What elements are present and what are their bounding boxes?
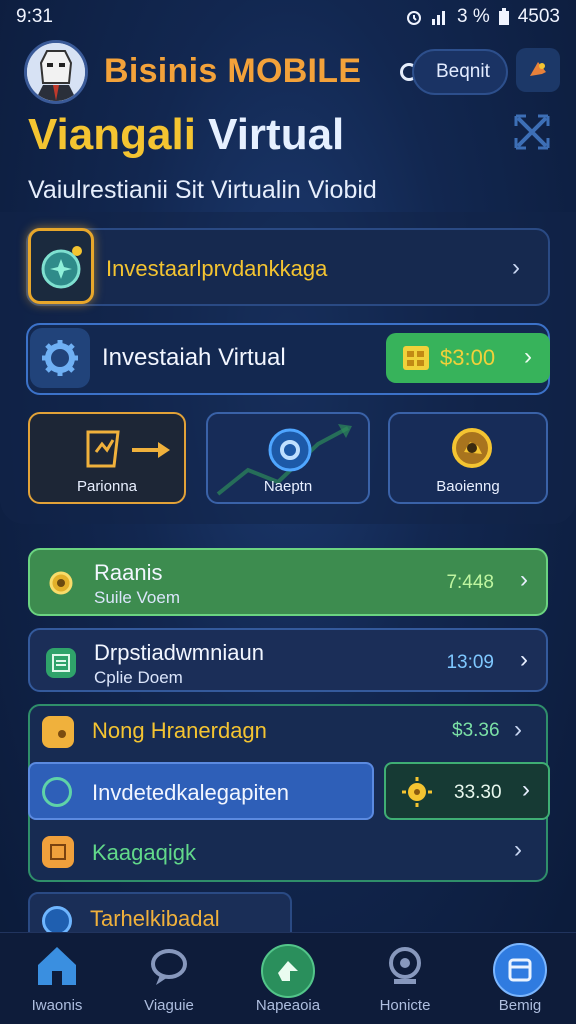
- price-button[interactable]: $3:00 ›: [386, 333, 550, 383]
- transfer-arrow-icon: [86, 430, 170, 468]
- nav-home[interactable]: Iwaonis: [2, 933, 112, 1024]
- list-item-subtitle: Suile Voem: [94, 588, 180, 607]
- value-pill[interactable]: 33.30 ›: [384, 762, 550, 820]
- list-item[interactable]: Drpstiadwmniaun Cplie Doem 13:09 ›: [28, 628, 548, 692]
- virtual-investment-label: Investaiah Virtual: [102, 344, 286, 371]
- webcam-icon: [382, 943, 428, 994]
- tile-label: Baoienng: [436, 478, 500, 495]
- coin-icon: [403, 346, 429, 370]
- tile-label: Parionna: [76, 478, 138, 495]
- gold-gear-icon: [46, 568, 76, 598]
- page-subtitle: Vaiulrestianii Sit Virtualin Viobid: [28, 176, 377, 204]
- battery-percent: 3 %: [456, 6, 490, 27]
- group-row-value: $3.36: [452, 720, 500, 741]
- status-time: 9:31: [16, 6, 53, 27]
- status-bar: 9:31 3 % 4503: [0, 0, 576, 34]
- wallet-icon: [42, 716, 74, 748]
- avatar[interactable]: [24, 40, 88, 104]
- nav-settings[interactable]: Bemig: [465, 933, 575, 1024]
- chevron-right-icon: ›: [522, 776, 530, 803]
- list-item-value: 13:09: [446, 652, 494, 673]
- sun-gear-icon: [402, 777, 432, 807]
- list-item-subtitle: Cplie Doem: [94, 668, 183, 687]
- star-badge-icon: [28, 228, 94, 304]
- square-menu-icon: [493, 943, 547, 1002]
- begin-button[interactable]: Beqnit: [412, 49, 508, 95]
- nav-label: Bemig: [498, 997, 542, 1014]
- list-item-title: Drpstiadwmniaun: [94, 640, 264, 665]
- tile-parionna[interactable]: Parionna: [28, 412, 186, 504]
- document-icon: [46, 648, 76, 678]
- notification-button[interactable]: [516, 48, 560, 92]
- partial-item-title: Tarhelkibadal: [90, 906, 220, 931]
- group-row-value: 33.30: [454, 782, 502, 803]
- bottom-nav: Iwaonis Viaguie Napeaoia Honicte Bemig: [0, 932, 576, 1024]
- circle-check-icon: [42, 777, 72, 807]
- box-icon: [42, 836, 74, 868]
- nav-label: Napeaoia: [255, 997, 321, 1014]
- group-row-title: Invdetedkalegapiten: [92, 780, 289, 805]
- chevron-right-icon: ›: [520, 646, 528, 673]
- page-title-part2: Virtual: [208, 110, 345, 159]
- tile-label: Naeptn: [263, 478, 313, 495]
- list-item-value: 7:448: [446, 572, 494, 593]
- group-row-title[interactable]: Nong Hranerdagn: [92, 718, 267, 744]
- chevron-right-icon: ›: [512, 254, 520, 281]
- chevron-right-icon: ›: [514, 716, 522, 743]
- home-icon: [34, 943, 80, 994]
- center-action-icon: [260, 943, 316, 1004]
- chevron-right-icon: ›: [514, 836, 522, 863]
- status-number: 4503: [517, 6, 560, 27]
- price-value: $3:00: [440, 345, 496, 370]
- nav-label: Viaguie: [144, 997, 194, 1014]
- tile-naeptn[interactable]: Naeptn: [206, 412, 370, 504]
- bell-icon: [530, 62, 546, 76]
- chat-bubble-icon: [146, 943, 192, 994]
- investment-row-label: Investaarlprvdankkaga: [106, 256, 328, 281]
- tile-baoienng[interactable]: Baoienng: [388, 412, 548, 504]
- gear-settings-icon: [452, 428, 492, 468]
- nav-hotels[interactable]: Honicte: [350, 933, 460, 1024]
- signal-icon: [431, 9, 449, 25]
- chevron-right-icon: ›: [524, 343, 532, 370]
- page-title: Viangali Virtual: [28, 110, 344, 160]
- list-item[interactable]: Raanis Suile Voem 7:448 ›: [28, 548, 548, 616]
- alarm-icon: [405, 8, 423, 26]
- group-row-title[interactable]: Kaagaqigk: [92, 840, 196, 866]
- gear-icon: [30, 328, 90, 388]
- nav-center[interactable]: Napeaoia: [233, 933, 343, 1024]
- list-item-title: Raanis: [94, 560, 163, 585]
- expand-icon[interactable]: [510, 110, 554, 159]
- page-title-part1: Viangali: [28, 110, 196, 159]
- nav-label: Iwaonis: [31, 997, 83, 1014]
- status-icons: 3 % 4503: [405, 6, 560, 28]
- nav-messages[interactable]: Viaguie: [114, 933, 224, 1024]
- brand-title: Bisinis MOBILE: [104, 52, 362, 90]
- nav-label: Honicte: [379, 997, 431, 1014]
- battery-icon: [498, 8, 510, 26]
- chevron-right-icon: ›: [520, 566, 528, 593]
